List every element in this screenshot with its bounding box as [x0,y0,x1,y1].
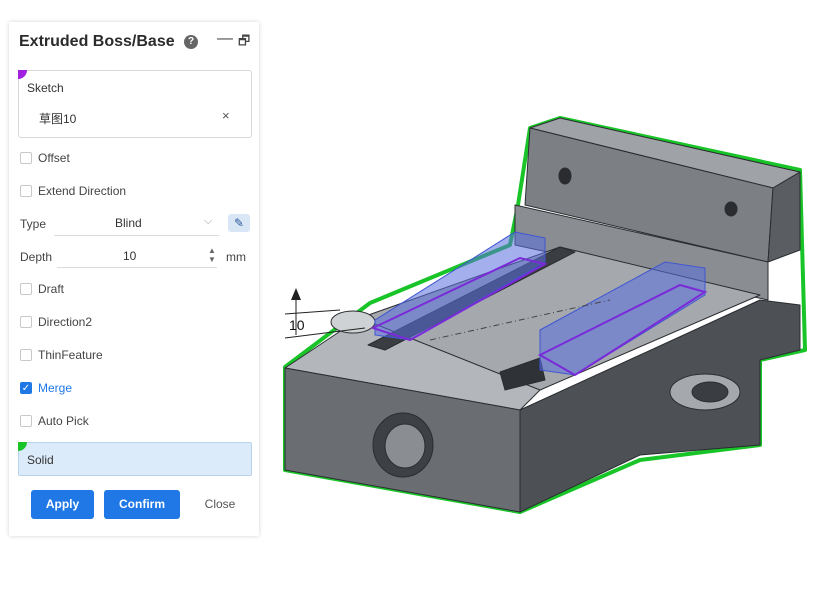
depth-value[interactable]: 10 [123,249,136,263]
stepper-down-icon[interactable]: ▼ [208,255,216,264]
part-body [283,116,807,514]
depth-stepper[interactable]: ▲ ▼ [208,246,216,264]
sketch-label: Sketch [27,81,64,95]
sketch-color-marker [18,70,27,79]
offset-label: Offset [38,151,70,165]
depth-input[interactable]: 10 ▲ ▼ [57,246,217,268]
type-value: Blind [115,216,142,230]
draft-checkbox[interactable] [20,283,32,295]
draft-label: Draft [38,282,65,296]
merge-option[interactable]: ✓ Merge [20,379,72,397]
sketch-clear-icon[interactable]: × [222,108,230,123]
extend-direction-checkbox[interactable] [20,185,32,197]
draft-option[interactable]: Draft [20,280,64,298]
direction2-option[interactable]: Direction2 [20,313,92,331]
sketch-value[interactable]: 草图10 [39,110,76,127]
panel-title: Extruded Boss/Base [19,33,175,50]
extend-direction-option[interactable]: Extend Direction [20,182,126,200]
cad-viewport[interactable]: Extruded Boss/Base ? — 🗗 Sketch 草图10 × O… [0,0,817,604]
offset-option[interactable]: Offset [20,149,70,167]
restore-icon[interactable]: 🗗 [238,32,250,54]
thinfeature-option[interactable]: ThinFeature [20,346,103,364]
close-button[interactable]: Close [195,490,245,519]
merge-label: Merge [38,381,73,395]
direction2-checkbox[interactable] [20,316,32,328]
depth-label: Depth [20,250,53,264]
solid-selection-box[interactable]: Solid [18,442,252,476]
extrude-feature-panel: Extruded Boss/Base ? — 🗗 Sketch 草图10 × O… [9,22,259,536]
stepper-up-icon[interactable]: ▲ [208,246,216,255]
pick-direction-icon[interactable]: ✎ [228,214,250,232]
help-icon[interactable]: ? [184,35,198,49]
offset-checkbox[interactable] [20,152,32,164]
model-canvas[interactable]: 10 [265,0,817,604]
type-label: Type [20,217,47,231]
sketch-selection-box[interactable]: Sketch 草图10 × [18,70,252,138]
auto-pick-label: Auto Pick [38,414,89,428]
auto-pick-checkbox[interactable] [20,415,32,427]
merge-checkbox[interactable]: ✓ [20,382,32,394]
solid-label: Solid [27,453,54,467]
type-select[interactable]: Blind ⌵ [54,215,219,236]
dimension-value: 10 [289,317,305,333]
minimize-icon[interactable]: — [217,30,233,48]
depth-unit: mm [226,250,246,264]
confirm-button[interactable]: Confirm [104,490,180,519]
thinfeature-checkbox[interactable] [20,349,32,361]
thinfeature-label: ThinFeature [38,348,103,362]
chevron-down-icon: ⌵ [204,215,213,227]
solid-color-marker [18,442,27,451]
direction2-label: Direction2 [38,315,93,329]
extend-direction-label: Extend Direction [38,184,127,198]
auto-pick-option[interactable]: Auto Pick [20,412,89,430]
apply-button[interactable]: Apply [31,490,94,519]
